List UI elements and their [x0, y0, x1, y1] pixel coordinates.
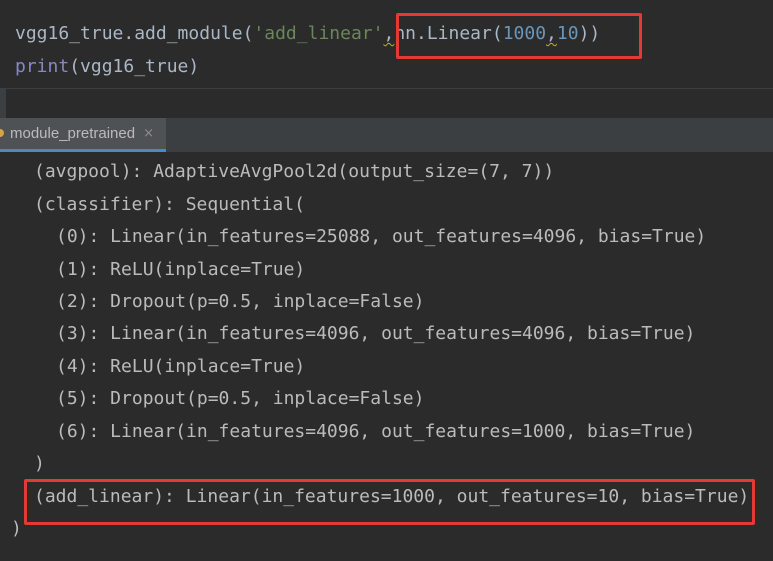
gutter-stub — [0, 88, 6, 118]
code-num-in: 1000 — [502, 23, 547, 44]
console-line-layer-4: (4): ReLU(inplace=True) — [56, 356, 306, 377]
code-call-prefix: vgg16_true.add_module( — [15, 23, 254, 44]
code-num-sep: , — [546, 23, 557, 44]
code-string-arg: 'add_linear' — [253, 23, 384, 44]
run-tab-bar: module_pretrained × — [0, 118, 773, 153]
console-output[interactable]: (avgpool): AdaptiveAvgPool2d(output_size… — [0, 152, 773, 561]
editor-panel-divider — [0, 88, 773, 119]
console-line-classifier: (classifier): Sequential( — [34, 194, 305, 215]
code-close-parens: )) — [578, 23, 601, 44]
code-print-builtin: print — [15, 56, 70, 77]
console-line-add-linear: (add_linear): Linear(in_features=1000, o… — [34, 486, 750, 507]
code-linear-call: nn.Linear( — [394, 23, 503, 44]
console-line-classifier-close: ) — [34, 453, 45, 474]
code-line-print[interactable]: print(vgg16_true) — [15, 55, 199, 79]
console-line-layer-3: (3): Linear(in_features=4096, out_featur… — [56, 323, 696, 344]
console-line-layer-0: (0): Linear(in_features=25088, out_featu… — [56, 226, 707, 247]
close-icon[interactable]: × — [143, 126, 154, 141]
code-line-add-module[interactable]: vgg16_true.add_module('add_linear',nn.Li… — [15, 22, 600, 46]
tab-label: module_pretrained — [10, 125, 136, 142]
code-comma: , — [383, 23, 395, 44]
console-line-model-close: ) — [11, 518, 22, 539]
run-config-icon — [0, 127, 6, 141]
code-num-out: 10 — [556, 23, 579, 44]
console-line-avgpool: (avgpool): AdaptiveAvgPool2d(output_size… — [34, 161, 555, 182]
tab-module-pretrained[interactable]: module_pretrained × — [0, 118, 166, 152]
console-line-layer-2: (2): Dropout(p=0.5, inplace=False) — [56, 291, 425, 312]
code-editor[interactable]: vgg16_true.add_module('add_linear',nn.Li… — [0, 0, 773, 88]
console-line-layer-1: (1): ReLU(inplace=True) — [56, 259, 306, 280]
console-line-layer-6: (6): Linear(in_features=4096, out_featur… — [56, 421, 696, 442]
code-print-args: (vgg16_true) — [69, 56, 200, 77]
console-line-layer-5: (5): Dropout(p=0.5, inplace=False) — [56, 388, 425, 409]
